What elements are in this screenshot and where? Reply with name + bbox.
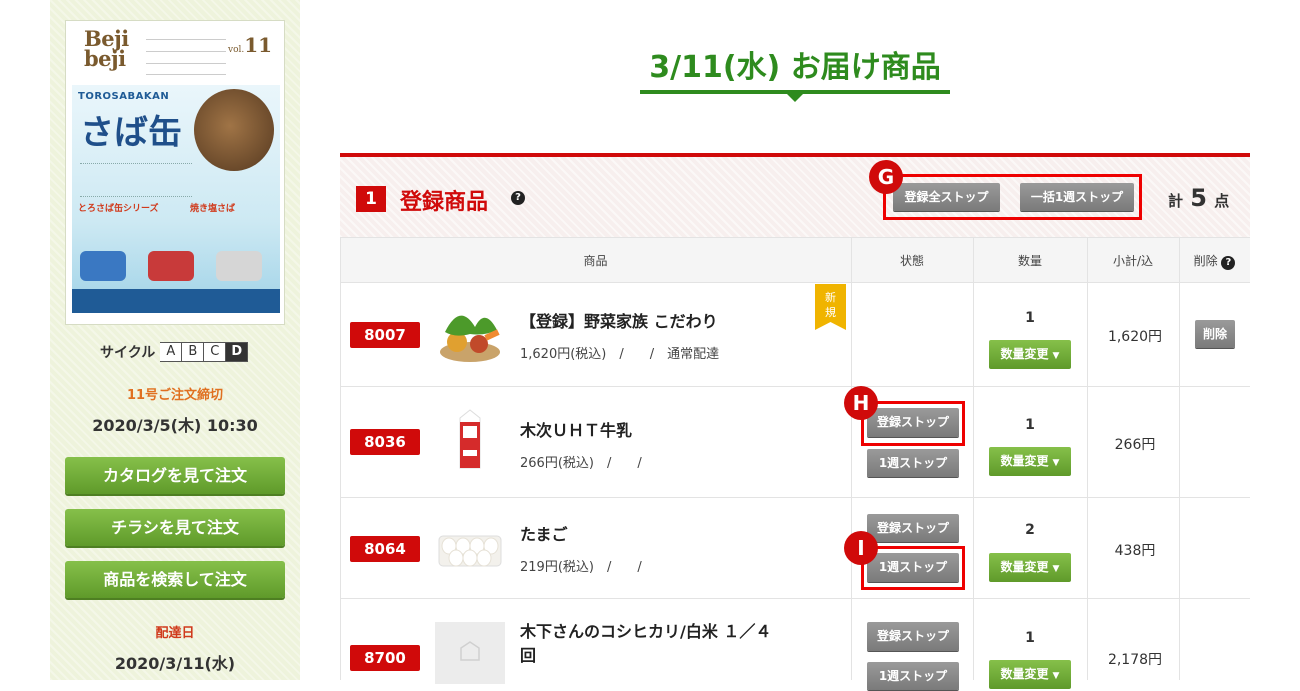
order-from-flyer-button[interactable]: チラシを見て注文 bbox=[65, 509, 285, 546]
catalog-footer-band bbox=[72, 289, 280, 313]
catalog-volume: vol.11 bbox=[228, 33, 273, 57]
can-image bbox=[80, 251, 126, 281]
change-quantity-button[interactable]: 数量変更 ▼ bbox=[989, 553, 1071, 582]
table-divider bbox=[1179, 237, 1180, 680]
caret-down-icon: ▼ bbox=[1052, 351, 1060, 361]
order-deadline-value: 2020/3/5(木) 10:30 bbox=[92, 416, 258, 435]
cycle-c: C bbox=[204, 342, 227, 362]
cycle-label: サイクル bbox=[100, 345, 156, 361]
stop-all-registration-button[interactable]: 登録全ストップ bbox=[893, 183, 1000, 211]
one-week-stop-button[interactable]: 1週ストップ bbox=[867, 553, 959, 582]
change-quantity-button[interactable]: 数量変更 ▼ bbox=[989, 447, 1071, 476]
catalog-title: さば缶 bbox=[80, 113, 182, 153]
product-code: 8007 bbox=[350, 322, 420, 348]
can-image bbox=[216, 251, 262, 281]
product-info: 266円(税込) / / bbox=[520, 456, 642, 471]
sidebar: Beji beji vol.11 TOROSABAKAN さば缶 とろさば缶シリ… bbox=[50, 0, 300, 680]
annotation-marker-h: H bbox=[844, 386, 878, 420]
caret-down-icon: ▼ bbox=[1052, 458, 1060, 468]
product-code: 8036 bbox=[350, 429, 420, 455]
section-number: 1 bbox=[356, 186, 386, 212]
help-icon[interactable]: ? bbox=[1221, 256, 1236, 270]
row-separator bbox=[340, 386, 1250, 387]
subtotal-value: 266円 bbox=[1114, 437, 1156, 453]
change-quantity-button[interactable]: 数量変更 ▼ bbox=[989, 660, 1071, 689]
catalog-series-label-2: 焼き塩さば bbox=[190, 204, 236, 214]
catalog-logo: Beji beji bbox=[84, 26, 129, 71]
annotation-marker-g: G bbox=[869, 160, 903, 194]
quantity-value: 1 bbox=[1025, 417, 1035, 433]
cycle-a: A bbox=[160, 342, 183, 362]
table-divider bbox=[851, 237, 852, 680]
stop-registration-button[interactable]: 登録ストップ bbox=[867, 514, 959, 542]
catalog-header: Beji beji vol.11 bbox=[66, 21, 284, 83]
delivery-date-value: 2020/3/11(水) bbox=[114, 654, 236, 673]
catalog-body: TOROSABAKAN さば缶 とろさば缶シリーズ 焼き塩さば bbox=[72, 85, 280, 313]
product-name[interactable]: たまご bbox=[520, 523, 568, 547]
row-separator bbox=[340, 598, 1250, 599]
total-count: 計 5 点 bbox=[1168, 184, 1230, 212]
product-name[interactable]: 木次ＵＨＴ牛乳 bbox=[520, 419, 632, 443]
catalog-series-label: とろさば缶シリーズ bbox=[78, 204, 159, 214]
stop-registration-button[interactable]: 登録ストップ bbox=[867, 408, 959, 437]
quantity-value: 1 bbox=[1025, 310, 1035, 326]
catalog-calendar bbox=[146, 37, 226, 75]
eggs-image bbox=[438, 535, 502, 567]
one-week-stop-button[interactable]: 1週ストップ bbox=[867, 449, 959, 477]
product-code: 8700 bbox=[350, 645, 420, 671]
product-info: 219円(税込) / / bbox=[520, 560, 642, 575]
title-underline-arrow bbox=[787, 94, 803, 102]
quantity-value: 2 bbox=[1025, 522, 1035, 538]
table-divider bbox=[973, 237, 974, 680]
can-image bbox=[148, 251, 194, 281]
order-from-catalog-button[interactable]: カタログを見て注文 bbox=[65, 457, 285, 494]
stop-registration-button[interactable]: 登録ストップ bbox=[867, 622, 959, 651]
change-quantity-button[interactable]: 数量変更 ▼ bbox=[989, 340, 1071, 369]
product-info: 1,620円(税込) / / 通常配達 bbox=[520, 347, 720, 362]
catalog-description bbox=[80, 163, 192, 197]
order-deadline-label: 11号ご注文締切 bbox=[126, 388, 224, 403]
quantity-value: 1 bbox=[1025, 630, 1035, 646]
bulk-one-week-stop-button[interactable]: 一括1週ストップ bbox=[1020, 183, 1134, 211]
new-badge-char-2: 規 bbox=[825, 305, 836, 319]
vegetables-image bbox=[440, 315, 500, 362]
column-status: 状態 bbox=[899, 254, 924, 268]
cycle-d-active: D bbox=[226, 342, 249, 362]
product-name[interactable]: 木下さんのコシヒカリ/白米 １／４ 回 bbox=[520, 620, 771, 668]
product-name[interactable]: 【登録】野菜家族 こだわり bbox=[520, 310, 718, 334]
page-title: 3/11(水) お届け商品 bbox=[649, 50, 941, 85]
column-delete: 削除 ? bbox=[1179, 238, 1250, 284]
cycle-selector: サイクル A B C D bbox=[100, 342, 249, 362]
annotation-marker-i: I bbox=[844, 531, 878, 565]
help-icon[interactable]: ? bbox=[511, 191, 525, 205]
milk-carton-image bbox=[459, 409, 481, 469]
table-border bbox=[340, 237, 341, 680]
one-week-stop-button[interactable]: 1週ストップ bbox=[867, 662, 959, 690]
section-title: 登録商品 bbox=[400, 190, 489, 215]
catalog-cover-image[interactable]: Beji beji vol.11 TOROSABAKAN さば缶 とろさば缶シリ… bbox=[65, 20, 285, 325]
row-separator bbox=[340, 497, 1250, 498]
product-code: 8064 bbox=[350, 536, 420, 562]
catalog-brand: TOROSABAKAN bbox=[78, 91, 170, 102]
caret-down-icon: ▼ bbox=[1052, 564, 1060, 574]
table-header: 商品 状態 数量 小計/込 削除 ? bbox=[340, 237, 1250, 283]
delete-button[interactable]: 削除 bbox=[1195, 320, 1235, 348]
cycle-b: B bbox=[182, 342, 205, 362]
table-divider bbox=[1087, 237, 1088, 680]
column-product: 商品 bbox=[583, 254, 608, 268]
new-badge-char-1: 新 bbox=[825, 290, 836, 304]
rice-placeholder-image bbox=[435, 622, 505, 684]
delivery-date-label: 配達日 bbox=[155, 626, 195, 641]
column-subtotal: 小計/込 bbox=[1112, 254, 1154, 268]
column-quantity: 数量 bbox=[1017, 254, 1042, 268]
subtotal-value: 2,178円 bbox=[1107, 652, 1163, 668]
subtotal-value: 1,620円 bbox=[1107, 329, 1163, 345]
new-badge: 新 規 bbox=[815, 284, 846, 330]
subtotal-value: 438円 bbox=[1114, 543, 1156, 559]
search-products-button[interactable]: 商品を検索して注文 bbox=[65, 561, 285, 598]
mackerel-can-image bbox=[194, 89, 274, 171]
